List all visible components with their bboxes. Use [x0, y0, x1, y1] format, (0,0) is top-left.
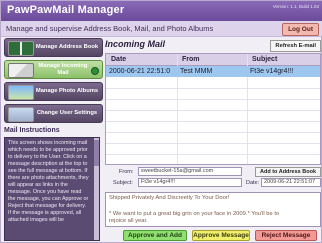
instructions-text: This screen shows incoming mail which ne… [8, 140, 89, 223]
message-body[interactable]: Shipped Privately And Discreetly To Your… [105, 192, 321, 227]
row-divider [106, 143, 320, 144]
reject-message-button[interactable]: Reject Message [255, 230, 317, 241]
from-label: From: [119, 169, 134, 175]
main-panel: Incoming Mail Refresh E-mail Date From S… [105, 38, 321, 241]
cell-date: 2000-06-21 22:51:0 [109, 68, 171, 75]
refresh-email-button[interactable]: Refresh E-mail [270, 40, 321, 52]
row-divider [106, 99, 320, 100]
row-divider [106, 110, 320, 111]
row-divider [106, 88, 320, 89]
app-title: PawPawMail Manager [7, 4, 125, 16]
date-label: Date: [246, 180, 260, 186]
version-label: Version: 1.1, Build 1.03 [272, 4, 319, 9]
title-bar: PawPawMail Manager Version: 1.1, Build 1… [1, 1, 322, 22]
column-header-from: From [182, 56, 200, 63]
approve-and-add-button[interactable]: Approve and Add [123, 230, 187, 241]
from-field[interactable]: sweetbucket-15a@gmail.com [138, 167, 242, 176]
date-field[interactable]: 2009-06-21 22:51:07 [261, 178, 321, 187]
settings-icon [8, 107, 34, 122]
sidebar-item-incoming-mail[interactable]: Manage Incoming Mail [4, 60, 103, 79]
column-header-date: Date [111, 56, 127, 63]
app-window: PawPawMail Manager Version: 1.1, Build 1… [0, 0, 322, 243]
mail-icon [8, 63, 34, 78]
page-subtitle: Manage and supervise Address Book, Mail,… [6, 24, 214, 33]
column-header-subject: Subject [252, 56, 278, 63]
table-header: Date From Subject [106, 54, 320, 66]
action-bar: Approve and Add Approve Message Reject M… [105, 230, 321, 241]
approve-message-button[interactable]: Approve Message [192, 230, 250, 241]
sidebar-item-label: Manage Incoming Mail [38, 63, 88, 76]
scrollbar-thumb[interactable] [94, 140, 99, 166]
sidebar-item-address-book[interactable]: Manage Address Book [4, 38, 103, 57]
message-body-line: rejoice all year. [109, 218, 148, 224]
sidebar: Manage Address Book Manage Incoming Mail… [4, 38, 103, 241]
header-bar: Manage and supervise Address Book, Mail,… [1, 21, 322, 37]
cell-subject: Ft3e v14gr4!!! [250, 68, 294, 75]
photo-album-icon [8, 85, 34, 100]
page-title: Incoming Mail [105, 39, 166, 49]
sidebar-item-label: Manage Photo Albums [35, 88, 99, 95]
sidebar-item-photo-albums[interactable]: Manage Photo Albums [4, 82, 103, 101]
logout-button[interactable]: Log Out [282, 23, 319, 36]
sidebar-item-label: Manage Address Book [35, 44, 99, 51]
table-row[interactable]: 2000-06-21 22:51:0 Test MMM Ft3e v14gr4!… [106, 66, 320, 77]
sidebar-item-user-settings[interactable]: Change User Settings [4, 104, 103, 123]
subject-label: Subject: [113, 180, 133, 186]
row-divider [106, 121, 320, 122]
instructions-panel: This screen shows incoming mail which ne… [4, 137, 100, 241]
cell-from: Test MMM [180, 68, 213, 75]
message-body-line: Shipped Privately And Discreetly To Your… [109, 195, 230, 201]
instructions-title: Mail Instructions [4, 127, 60, 134]
instructions-scrollbar[interactable] [94, 138, 99, 240]
message-body-line: * We want to put a great big grin on you… [109, 211, 280, 217]
add-to-address-book-button[interactable]: Add to Address Book [255, 167, 321, 177]
address-book-icon [8, 41, 34, 56]
sidebar-item-label: Change User Settings [36, 110, 98, 117]
row-divider [106, 154, 320, 155]
active-indicator-icon [91, 67, 99, 75]
mail-table: Date From Subject 2000-06-21 22:51:0 Tes… [105, 53, 321, 165]
row-divider [106, 132, 320, 133]
subject-field[interactable]: Ft3e v14gr4!!! [138, 178, 242, 187]
